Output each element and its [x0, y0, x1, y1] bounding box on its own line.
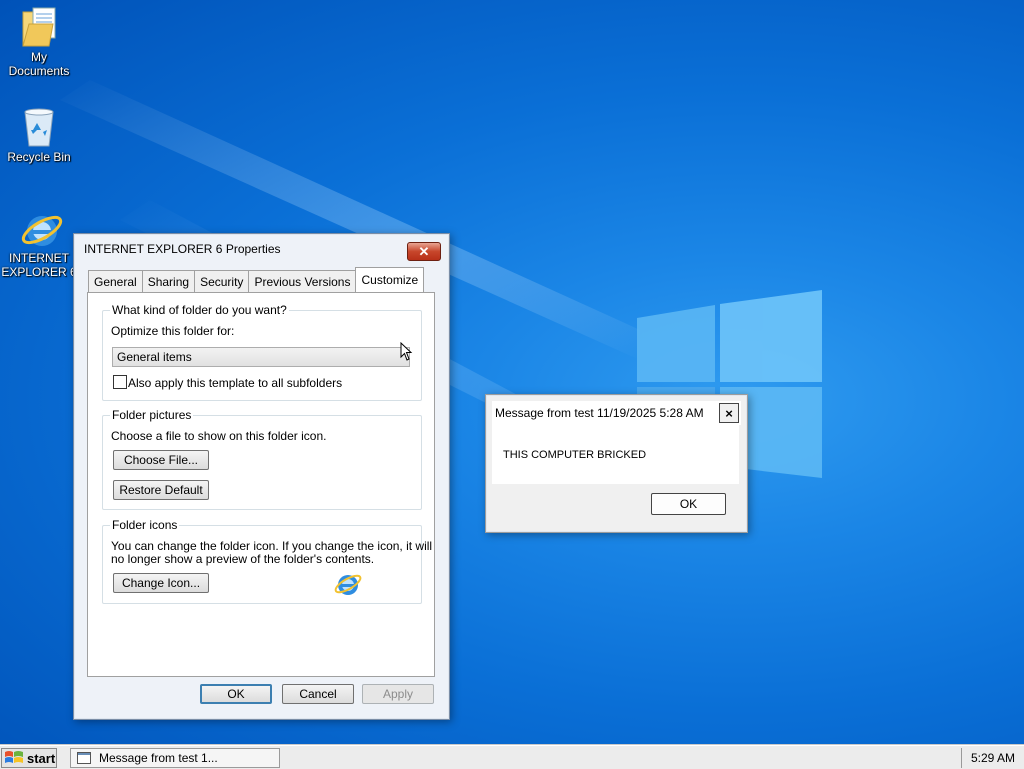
taskbar-item-label: Message from test 1... [99, 751, 218, 765]
close-button[interactable]: ✕ [407, 242, 441, 261]
close-icon: × [725, 405, 733, 421]
windows-flag-icon [5, 751, 23, 763]
recycle-bin-icon [19, 106, 59, 147]
restore-default-button[interactable]: Restore Default [113, 480, 209, 500]
desktop-icon-recycle-bin[interactable]: Recycle Bin [0, 106, 79, 164]
message-ok-button[interactable]: OK [651, 493, 726, 515]
folder-documents-icon [19, 6, 59, 47]
group-legend: What kind of folder do you want? [110, 303, 289, 317]
folder-type-select[interactable]: General items [112, 347, 410, 367]
desktop-icon-label: My [31, 50, 47, 64]
start-label: start [27, 750, 56, 766]
change-icon-button[interactable]: Change Icon... [113, 573, 209, 593]
message-box: Message from test 11/19/2025 5:28 AM × T… [485, 394, 748, 533]
mouse-cursor-icon [400, 342, 413, 361]
system-clock: 5:29 AM [961, 748, 1024, 768]
message-text: THIS COMPUTER BRICKED [503, 449, 647, 461]
folder-icons-description: You can change the folder icon. If you c… [111, 539, 433, 553]
message-close-button[interactable]: × [719, 403, 739, 423]
customize-panel: What kind of folder do you want? Optimiz… [87, 292, 435, 677]
tab-general[interactable]: General [88, 270, 143, 292]
tab-sharing[interactable]: Sharing [141, 270, 196, 292]
tab-strip: General Sharing Security Previous Versio… [88, 267, 425, 292]
folder-pictures-group: Folder pictures Choose a file to show on… [102, 408, 422, 510]
desktop-icon-label: Documents [8, 64, 70, 78]
dialog-titlebar[interactable]: INTERNET EXPLORER 6 Properties [74, 234, 449, 264]
internet-explorer-icon [333, 569, 363, 599]
choose-file-button[interactable]: Choose File... [113, 450, 209, 470]
desktop-icon-my-documents[interactable]: My Documents [0, 6, 79, 78]
folder-icons-description: no longer show a preview of the folder's… [111, 552, 375, 566]
message-body: THIS COMPUTER BRICKED [492, 425, 739, 484]
dialog-title: INTERNET EXPLORER 6 Properties [84, 242, 281, 256]
internet-explorer-icon [19, 207, 63, 247]
folder-type-value: General items [117, 350, 192, 364]
cancel-button[interactable]: Cancel [282, 684, 354, 704]
folder-type-group: What kind of folder do you want? Optimiz… [102, 303, 422, 401]
apply-subfolders-label[interactable]: Also apply this template to all subfolde… [128, 376, 342, 390]
ok-button[interactable]: OK [200, 684, 272, 704]
desktop-icon-internet-explorer[interactable]: INTERNET EXPLORER 6 [0, 207, 79, 279]
properties-dialog: INTERNET EXPLORER 6 Properties ✕ General… [73, 233, 450, 720]
message-titlebar[interactable]: Message from test 11/19/2025 5:28 AM × [492, 401, 741, 425]
tab-customize[interactable]: Customize [355, 267, 425, 292]
folder-icons-group: Folder icons You can change the folder i… [102, 518, 432, 604]
apply-button[interactable]: Apply [362, 684, 434, 704]
window-icon [77, 752, 91, 764]
group-legend: Folder icons [110, 518, 180, 532]
taskbar: start Message from test 1... 5:29 AM [0, 745, 1024, 769]
start-button[interactable]: start [1, 748, 57, 768]
taskbar-item-message[interactable]: Message from test 1... [70, 748, 280, 768]
desktop-icon-label: Recycle Bin [7, 150, 71, 164]
desktop-icon-label: EXPLORER 6 [1, 265, 77, 279]
close-icon: ✕ [418, 243, 430, 259]
folder-pictures-description: Choose a file to show on this folder ico… [111, 429, 327, 443]
desktop-icon-label: INTERNET [9, 251, 69, 265]
tab-security[interactable]: Security [194, 270, 250, 292]
tab-previous-versions[interactable]: Previous Versions [248, 270, 357, 292]
apply-subfolders-checkbox[interactable] [113, 375, 127, 389]
optimize-label: Optimize this folder for: [111, 324, 235, 338]
group-legend: Folder pictures [110, 408, 194, 422]
message-title: Message from test 11/19/2025 5:28 AM [495, 406, 704, 420]
